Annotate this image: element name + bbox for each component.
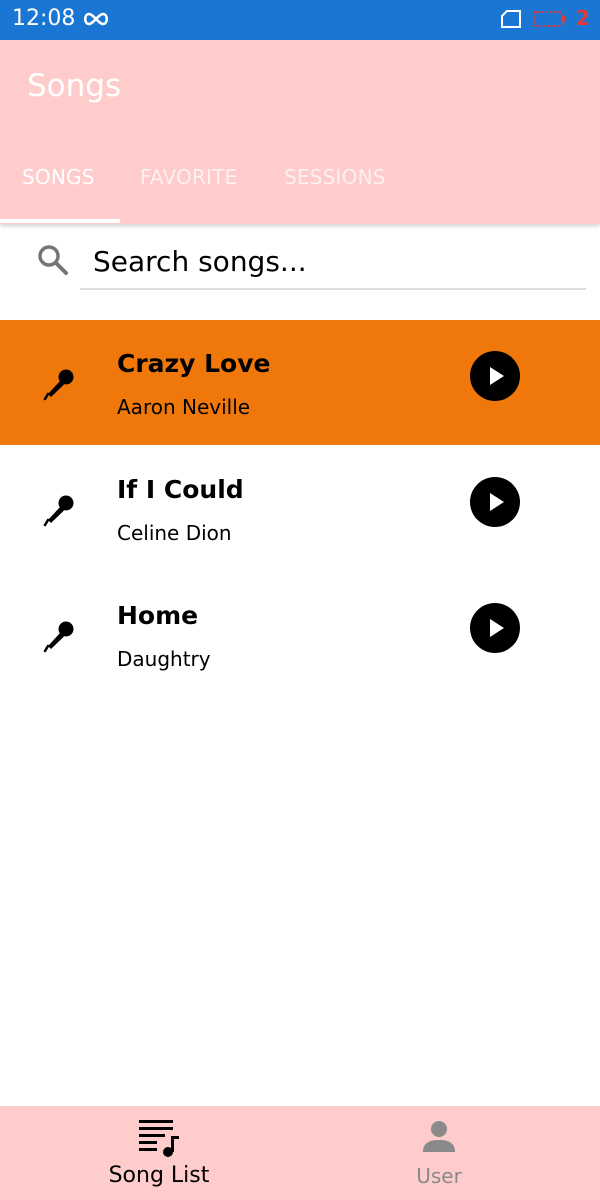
nav-label: User bbox=[416, 1164, 462, 1188]
nav-item-user[interactable]: User bbox=[280, 1106, 600, 1200]
play-button[interactable] bbox=[469, 350, 521, 402]
infinity-icon bbox=[83, 12, 109, 26]
search-icon bbox=[38, 245, 68, 275]
app-bar: Songs SONGS FAVORITE SESSIONS bbox=[0, 40, 600, 224]
microphone-icon bbox=[43, 369, 74, 401]
song-title: Crazy Love bbox=[117, 349, 271, 378]
tab-indicator bbox=[0, 219, 120, 223]
music-list-icon bbox=[139, 1120, 179, 1157]
play-button[interactable] bbox=[469, 602, 521, 654]
status-time: 12:08 bbox=[12, 6, 76, 31]
battery-level: 2 bbox=[576, 6, 590, 30]
microphone-icon bbox=[43, 621, 74, 653]
nav-item-song-list[interactable]: Song List bbox=[0, 1106, 300, 1200]
song-artist: Celine Dion bbox=[117, 521, 232, 545]
search-input[interactable] bbox=[80, 234, 586, 290]
person-icon bbox=[423, 1121, 455, 1152]
tab-songs[interactable]: SONGS bbox=[22, 164, 95, 190]
tab-favorite[interactable]: FAVORITE bbox=[140, 164, 237, 190]
screen: 12:08 2 Songs SONGS FAVORITE SESSIONS C bbox=[0, 0, 600, 1200]
play-icon bbox=[470, 351, 520, 401]
song-title: If I Could bbox=[117, 475, 244, 504]
song-artist: Aaron Neville bbox=[117, 395, 251, 419]
song-artist: Daughtry bbox=[117, 647, 211, 671]
status-bar: 12:08 2 bbox=[0, 0, 600, 40]
nav-label: Song List bbox=[108, 1163, 210, 1188]
song-item-if-i-could[interactable]: If I Could Celine Dion bbox=[0, 446, 600, 571]
play-button[interactable] bbox=[469, 476, 521, 528]
song-title: Home bbox=[117, 601, 199, 630]
battery-icon bbox=[533, 11, 565, 27]
song-item-home[interactable]: Home Daughtry bbox=[0, 572, 600, 697]
tab-sessions[interactable]: SESSIONS bbox=[284, 164, 386, 190]
page-title: Songs bbox=[27, 68, 122, 104]
sim-card-icon bbox=[501, 10, 521, 28]
bottom-nav: Song List User bbox=[0, 1106, 600, 1200]
play-icon bbox=[470, 603, 520, 653]
song-item-crazy-love[interactable]: Crazy Love Aaron Neville bbox=[0, 320, 600, 445]
play-icon bbox=[470, 477, 520, 527]
microphone-icon bbox=[43, 495, 74, 527]
